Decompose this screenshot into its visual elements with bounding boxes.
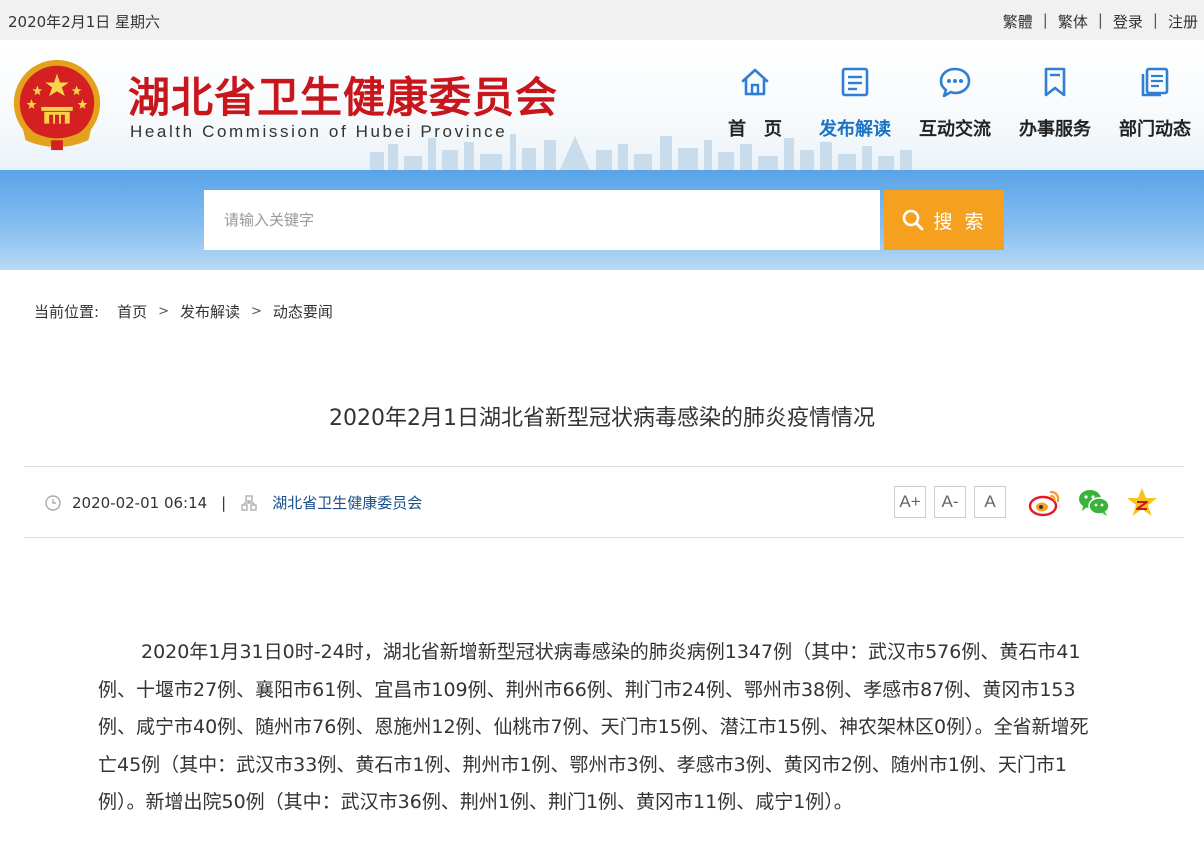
favorite-icon[interactable] [1125, 486, 1159, 518]
nav-label-services: 办事服务 [1019, 119, 1091, 140]
nav-item-services[interactable]: 办事服务 [1005, 65, 1105, 141]
meta-separator: | [221, 493, 227, 512]
search-input[interactable] [204, 190, 880, 250]
link-traditional-chinese[interactable]: 繁體 [1003, 11, 1033, 32]
article-title: 2020年2月1日湖北省新型冠状病毒感染的肺炎疫情情况 [329, 406, 875, 431]
clock-icon [45, 494, 61, 511]
search-band: 搜 索 [0, 170, 1204, 270]
separator: | [1097, 11, 1103, 29]
breadcrumb-release[interactable]: 发布解读 [180, 301, 240, 322]
breadcrumb-news[interactable]: 动态要闻 [273, 301, 333, 322]
font-increase-button[interactable]: A+ [894, 486, 926, 518]
main-nav: 首 页 发布解读 互动交流 办事服务 部门动态 [705, 65, 1204, 141]
nav-item-interaction[interactable]: 互动交流 [905, 65, 1005, 141]
search-button[interactable]: 搜 索 [884, 190, 1004, 250]
divider [24, 466, 1184, 467]
breadcrumb: 当前位置: 首页 > 发布解读 > 动态要闻 [34, 301, 333, 322]
site-header: 湖北省卫生健康委员会 Health Commission of Hubei Pr… [0, 40, 1204, 170]
nav-item-home[interactable]: 首 页 [705, 65, 805, 141]
site-title: 湖北省卫生健康委员会 [128, 73, 559, 122]
document-icon [841, 67, 869, 97]
search-icon [903, 209, 924, 231]
article-source: 湖北省卫生健康委员会 [272, 494, 423, 512]
article-meta: 2020-02-01 06:14 | 湖北省卫生健康委员会 [44, 492, 422, 513]
separator: | [1042, 11, 1048, 29]
source-icon [241, 494, 257, 511]
link-register[interactable]: 注册 [1168, 11, 1198, 32]
font-decrease-button[interactable]: A- [934, 486, 966, 518]
top-bar: 2020年2月1日 星期六 繁體 | 繁体 | 登录 | 注册 [0, 0, 1204, 40]
current-date: 2020年2月1日 星期六 [8, 13, 161, 31]
breadcrumb-home[interactable]: 首页 [117, 301, 147, 322]
link-login[interactable]: 登录 [1113, 11, 1143, 32]
article-datetime: 2020-02-01 06:14 [72, 493, 208, 512]
nav-label-home: 首 页 [728, 119, 782, 140]
breadcrumb-separator: > [251, 304, 262, 319]
nav-label-interaction: 互动交流 [919, 119, 991, 140]
wechat-icon[interactable] [1077, 486, 1111, 518]
separator: | [1152, 11, 1158, 29]
nav-label-release: 发布解读 [819, 119, 891, 140]
nav-label-department: 部门动态 [1119, 119, 1191, 140]
nav-item-release[interactable]: 发布解读 [805, 65, 905, 141]
chat-icon [939, 67, 971, 98]
nav-item-department[interactable]: 部门动态 [1105, 65, 1204, 141]
weibo-icon[interactable] [1028, 486, 1062, 518]
breadcrumb-separator: > [158, 304, 169, 319]
bookmark-icon [1044, 67, 1066, 97]
pages-icon [1141, 67, 1169, 97]
search-button-label: 搜 索 [933, 210, 987, 233]
home-icon [741, 68, 769, 96]
article-body: 2020年1月31日0时-24时，湖北省新增新型冠状病毒感染的肺炎病例1347例… [98, 641, 1089, 813]
breadcrumb-label: 当前位置: [34, 303, 100, 321]
link-traditional[interactable]: 繁体 [1058, 11, 1088, 32]
top-links: 繁體 | 繁体 | 登录 | 注册 [1003, 11, 1198, 32]
divider [24, 537, 1184, 538]
font-reset-button[interactable]: A [974, 486, 1006, 518]
national-emblem-icon[interactable] [8, 55, 106, 155]
